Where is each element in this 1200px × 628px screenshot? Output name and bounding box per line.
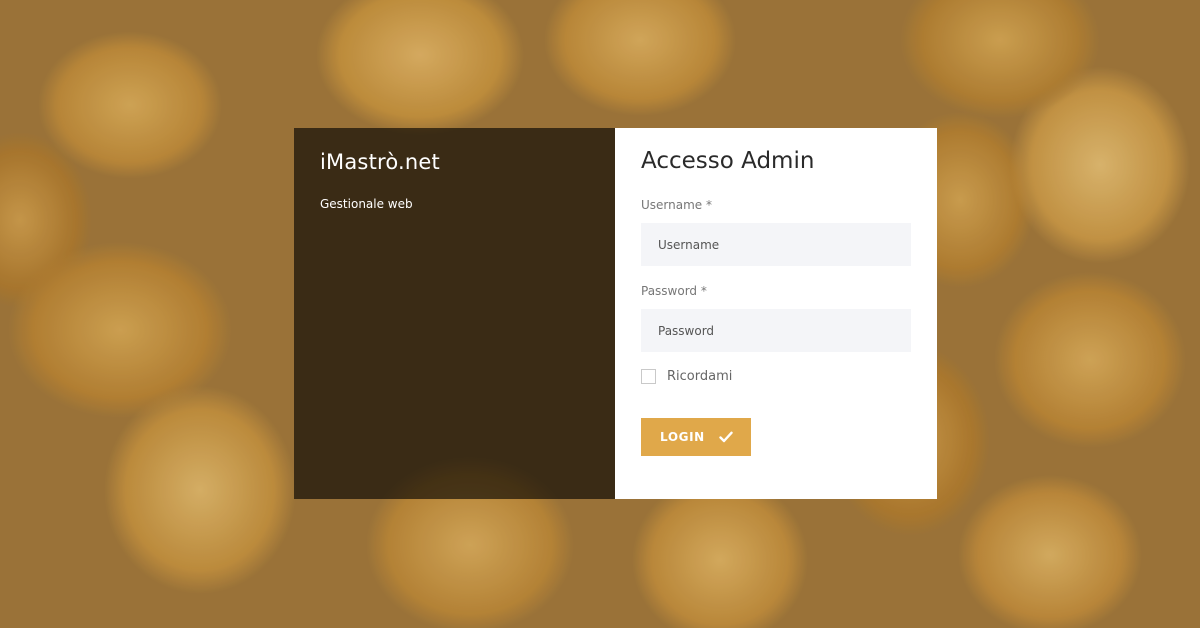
- login-panel: Accesso Admin Username * Password * Rico…: [615, 128, 937, 499]
- remember-checkbox[interactable]: [641, 369, 656, 384]
- brand-title: iMastrò.net: [320, 150, 440, 174]
- check-icon: [719, 431, 733, 443]
- username-input[interactable]: [641, 223, 911, 266]
- brand-panel: iMastrò.net Gestionale web: [294, 128, 615, 499]
- login-button[interactable]: LOGIN: [641, 418, 751, 456]
- password-input[interactable]: [641, 309, 911, 352]
- form-title: Accesso Admin: [641, 148, 815, 174]
- brand-subtitle: Gestionale web: [320, 197, 413, 211]
- login-button-label: LOGIN: [660, 430, 705, 444]
- remember-row: Ricordami: [641, 369, 911, 384]
- password-label: Password *: [641, 284, 707, 298]
- remember-label[interactable]: Ricordami: [667, 369, 732, 384]
- username-label: Username *: [641, 198, 712, 212]
